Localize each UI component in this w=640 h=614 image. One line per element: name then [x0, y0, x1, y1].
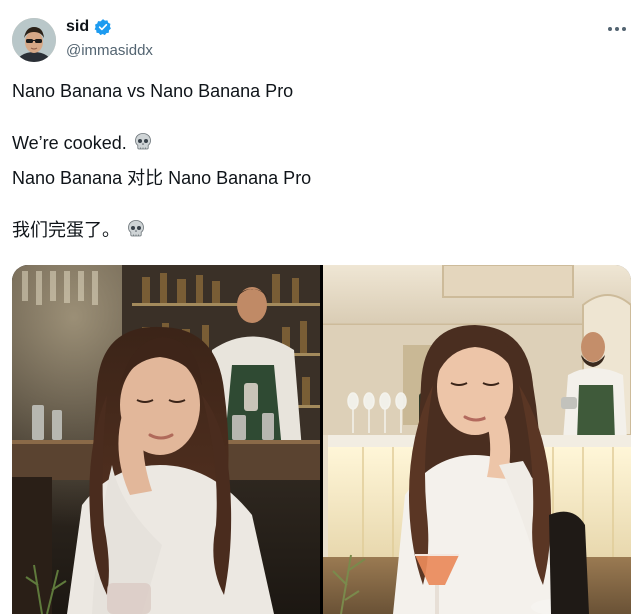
more-horizontal-icon: [608, 27, 612, 31]
photo-nano-banana-pro[interactable]: [323, 265, 631, 614]
handle[interactable]: @immasiddx: [66, 42, 153, 59]
photo-image: [12, 265, 320, 614]
skull-icon: [126, 219, 146, 245]
author-name-row: sid: [66, 18, 112, 36]
verified-badge-icon: [94, 18, 112, 36]
avatar-image: [12, 18, 56, 62]
avatar[interactable]: [12, 18, 56, 62]
photo-nano-banana[interactable]: [12, 265, 320, 614]
post-text-line-3: Nano Banana 对比 Nano Banana Pro: [12, 168, 312, 188]
post-text-line-1: Nano Banana vs Nano Banana Pro: [12, 81, 294, 101]
tweet: sid @immasiddx Nano Banana vs Nano Banan…: [0, 0, 640, 614]
more-options-button[interactable]: [606, 20, 628, 38]
post-text-line-2: We’re cooked.: [12, 131, 153, 158]
skull-icon: [133, 132, 153, 158]
photo-image: [323, 265, 631, 614]
display-name[interactable]: sid: [66, 18, 89, 36]
media-grid: [12, 265, 631, 614]
post-text-line-4: 我们完蛋了。: [12, 218, 146, 245]
